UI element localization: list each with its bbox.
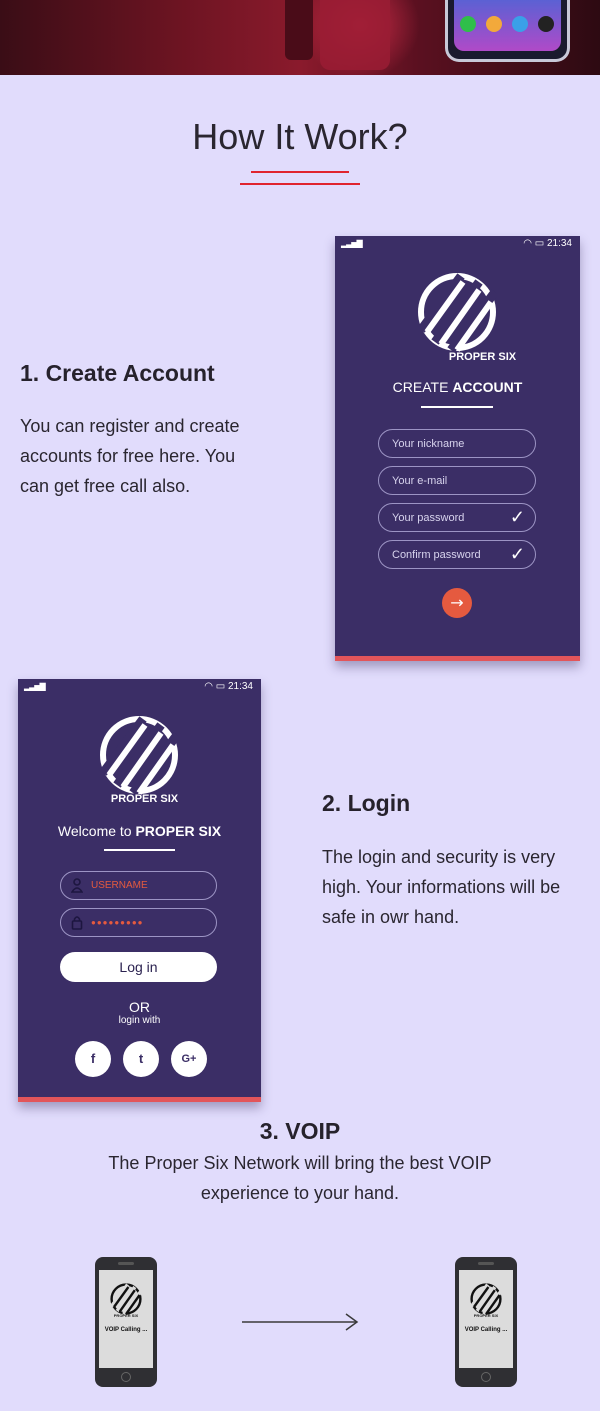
step-1-text: You can register and create accounts for… [20,416,240,496]
arrow-right-icon [242,1313,359,1331]
register-screen-mockup: ▂▃▅▇ ◠ ▭ 21:34 PROPER SIX CREATE ACCOUNT… [335,236,580,661]
status-bar: ▂▃▅▇ ◠ ▭ 21:34 [18,679,261,695]
status-time: 21:34 [227,681,253,692]
step-2-text: The login and security is very high. You… [322,847,561,927]
confirm-password-field[interactable]: Confirm password ✓ [378,540,536,569]
brand-name: PROPER SIX [110,793,179,805]
password-field[interactable]: Your password ✓ [378,503,536,532]
signal-icon: ▂▃▅▇ [341,239,363,248]
step-1-heading: 1. Create Account [20,360,215,386]
twitter-icon[interactable]: t [123,1041,159,1077]
password-field[interactable]: ●●●●●●●●● [60,908,217,937]
status-time: 21:34 [546,238,572,249]
voip-phone-right: PROPER SIX VOIP Calling ... [455,1257,517,1387]
step-2-heading: 2. Login [322,790,411,816]
proper-six-logo-icon [99,716,179,795]
hero-banner [0,0,600,75]
status-bar: ▂▃▅▇ ◠ ▭ 21:34 [335,236,580,252]
check-icon: ✓ [509,544,525,564]
title-underline [251,171,349,173]
check-icon: ✓ [509,507,525,527]
facebook-icon[interactable]: f [75,1041,111,1077]
username-field[interactable]: USERNAME [60,871,217,900]
brand-name: PROPER SIX [113,1313,139,1318]
proper-six-logo-icon [110,1283,143,1315]
wifi-battery-icon: ◠ ▭ [204,681,228,692]
title-underline [104,849,175,851]
login-screen-mockup: ▂▃▅▇ ◠ ▭ 21:34 PROPER SIX Welcome to PRO… [18,679,261,1102]
voip-calling-label: VOIP Calling ... [104,1327,148,1333]
login-button[interactable]: Log in [60,952,217,982]
google-plus-icon[interactable]: G+ [171,1041,207,1077]
welcome-title: Welcome to PROPER SIX [57,823,222,839]
section-title: How It Work? [192,116,408,157]
title-underline-2 [240,183,360,185]
hero-phone-image [445,0,570,62]
nickname-field[interactable]: Your nickname [378,429,536,458]
proper-six-logo-icon [417,273,497,352]
email-field[interactable]: Your e-mail [378,466,536,495]
user-icon [71,878,83,893]
voip-calling-label: VOIP Calling ... [464,1327,508,1333]
login-with-label: login with [118,1015,161,1026]
create-account-title: CREATE ACCOUNT [392,379,523,395]
brand-name: PROPER SIX [473,1313,499,1318]
lock-icon [71,916,83,930]
step-3-text: The Proper Six Network will bring the be… [108,1153,492,1203]
or-label: OR [129,999,150,1015]
proper-six-logo-icon [470,1283,503,1315]
voip-phone-left: PROPER SIX VOIP Calling ... [95,1257,157,1387]
wifi-battery-icon: ◠ ▭ [523,238,547,249]
signal-icon: ▂▃▅▇ [24,682,46,691]
brand-name: PROPER SIX [448,351,517,363]
title-underline [421,406,493,408]
submit-arrow-button[interactable]: → [442,588,472,618]
step-3-heading: 3. VOIP [259,1118,341,1144]
